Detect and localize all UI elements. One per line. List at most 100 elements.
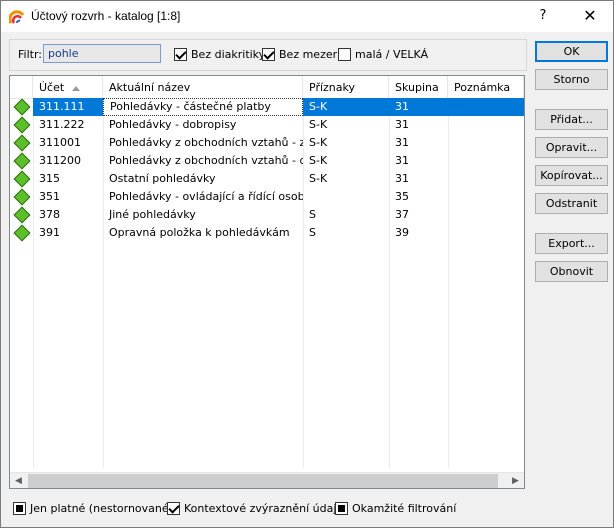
cell-nazev: Pohledávky z obchodních vztahů - dl... <box>109 154 303 167</box>
app-logo-icon <box>9 10 25 24</box>
table-row[interactable]: 351 Pohledávky - ovládající a řídící osob… <box>10 188 524 206</box>
table-row[interactable]: 311200 Pohledávky z obchodních vztahů - d… <box>10 152 524 170</box>
cell-nazev: Pohledávky - ovládající a řídící osoba <box>109 190 303 203</box>
cell-nazev: Opravná položka k pohledávkám <box>109 226 290 239</box>
cell-skupina: 31 <box>395 172 409 185</box>
green-diamond-icon <box>13 224 31 242</box>
opravit-button[interactable]: Opravit... <box>535 137 608 158</box>
checkbox-box[interactable] <box>167 501 180 515</box>
checkbox-bez-mezer[interactable]: Bez mezer <box>262 46 337 62</box>
checkbox-label: Okamžité filtrování <box>352 501 457 515</box>
export-button[interactable]: Export... <box>535 233 608 254</box>
title-bar: Účtový rozvrh - katalog [1:8] ? ✕ <box>1 1 613 32</box>
cell-ucet: 391 <box>39 226 60 239</box>
cell-skupina: 35 <box>395 190 409 203</box>
cell-ucet: 378 <box>39 208 60 221</box>
close-button[interactable]: ✕ <box>567 3 613 29</box>
green-diamond-icon <box>13 134 31 152</box>
checkbox-bez-diakritiky[interactable]: Bez diakritiky <box>174 46 265 62</box>
table-row[interactable]: 315 Ostatní pohledávky S-K 31 <box>10 170 524 188</box>
checkbox-label: Bez mezer <box>279 47 338 61</box>
green-diamond-icon <box>13 152 31 170</box>
cell-ucet: 351 <box>39 190 60 203</box>
dialog-window: Účtový rozvrh - katalog [1:8] ? ✕ Filtr:… <box>0 0 614 528</box>
cell-skupina: 37 <box>395 208 409 221</box>
cell-poznamka <box>448 188 524 206</box>
cell-priznaky: S-K <box>309 136 328 149</box>
checkbox-label: Kontextové zvýraznění údajů <box>184 501 344 515</box>
scroll-left-icon[interactable]: ◀ <box>10 473 27 488</box>
horizontal-scrollbar[interactable]: ◀ ▶ <box>10 472 524 488</box>
cell-priznaky: S <box>309 226 316 239</box>
cell-ucet: 311.111 <box>39 100 85 113</box>
checkbox-label: Bez diakritiky <box>191 47 266 61</box>
checkbox-label: Jen platné (nestornované) <box>30 501 173 515</box>
cell-poznamka <box>448 152 524 170</box>
green-diamond-icon <box>13 188 31 206</box>
cell-nazev: Pohledávky z obchodních vztahů - z... <box>109 136 303 149</box>
cell-skupina: 39 <box>395 226 409 239</box>
green-diamond-icon <box>13 116 31 134</box>
storno-button[interactable]: Storno <box>535 69 608 90</box>
green-diamond-icon <box>13 206 31 224</box>
table-row[interactable]: 378 Jiné pohledávky S 37 <box>10 206 524 224</box>
cell-ucet: 311.222 <box>39 118 85 131</box>
checkbox-label: malá / VELKÁ <box>355 47 429 61</box>
table-row[interactable]: 311001 Pohledávky z obchodních vztahů - z… <box>10 134 524 152</box>
cell-nazev: Ostatní pohledávky <box>109 172 216 185</box>
checkbox-box[interactable] <box>335 501 348 515</box>
column-header-priznaky[interactable]: Příznaky <box>303 76 389 98</box>
cell-ucet: 315 <box>39 172 60 185</box>
checkbox-box[interactable] <box>262 47 275 61</box>
cell-skupina: 31 <box>395 100 409 113</box>
column-header-nazev[interactable]: Aktuální název <box>103 76 303 98</box>
cell-poznamka <box>448 98 524 116</box>
cell-priznaky <box>303 188 389 206</box>
bottom-options: Jen platné (nestornované) Kontextové zvý… <box>9 499 609 517</box>
table-row[interactable]: 311.222 Pohledávky - dobropisy S-K 31 <box>10 116 524 134</box>
scrollbar-thumb[interactable] <box>28 474 498 488</box>
scroll-right-icon[interactable]: ▶ <box>507 473 524 488</box>
grid-header: Účet Aktuální název Příznaky Skupina Poz… <box>10 76 524 99</box>
cell-nazev: Pohledávky - částečné platby <box>103 98 303 116</box>
obnovit-button[interactable]: Obnovit <box>535 261 608 282</box>
cell-poznamka <box>448 170 524 188</box>
sort-ascending-icon <box>72 85 81 91</box>
column-header-ucet[interactable]: Účet <box>33 76 103 98</box>
checkbox-jen-platne[interactable]: Jen platné (nestornované) <box>13 499 173 517</box>
accounts-grid[interactable]: Účet Aktuální název Příznaky Skupina Poz… <box>9 75 525 489</box>
filter-bar: Filtr: pohle Bez diakritiky Bez mezer ma… <box>9 39 527 71</box>
window-title: Účtový rozvrh - katalog [1:8] <box>31 9 181 23</box>
cell-skupina: 31 <box>395 136 409 149</box>
help-button[interactable]: ? <box>531 5 555 27</box>
odstranit-button[interactable]: Odstranit <box>535 193 608 214</box>
kopirovat-button[interactable]: Kopírovat... <box>535 165 608 186</box>
column-header-skupina[interactable]: Skupina <box>389 76 448 98</box>
cell-priznaky: S-K <box>309 172 328 185</box>
cell-nazev: Pohledávky - dobropisy <box>109 118 237 131</box>
column-header-label: Účet <box>39 81 65 94</box>
filter-label: Filtr: <box>18 48 42 61</box>
table-row[interactable]: 391 Opravná položka k pohledávkám S 39 <box>10 224 524 242</box>
checkbox-mala-velka[interactable]: malá / VELKÁ <box>338 46 428 62</box>
cell-skupina: 31 <box>395 154 409 167</box>
checkbox-okamzite-filtrovani[interactable]: Okamžité filtrování <box>335 499 456 517</box>
column-header-poznamka[interactable]: Poznámka <box>448 76 524 98</box>
cell-poznamka <box>448 224 524 242</box>
cell-nazev: Jiné pohledávky <box>109 208 196 221</box>
checkbox-kontextove-zvyrazneni[interactable]: Kontextové zvýraznění údajů <box>167 499 343 517</box>
table-row[interactable]: 311.111 Pohledávky - částečné platby S-K 31 <box>10 98 524 116</box>
cell-priznaky: S-K <box>309 100 328 113</box>
cell-poznamka <box>448 134 524 152</box>
checkbox-box[interactable] <box>13 501 26 515</box>
pridat-button[interactable]: Přidat... <box>535 109 608 130</box>
filter-input[interactable]: pohle <box>43 44 161 63</box>
cell-ucet: 311001 <box>39 136 81 149</box>
checkbox-box[interactable] <box>174 47 187 61</box>
checkbox-box[interactable] <box>338 47 351 61</box>
green-diamond-icon <box>13 170 31 188</box>
green-diamond-icon <box>13 98 31 116</box>
ok-button[interactable]: OK <box>535 41 608 62</box>
cell-poznamka <box>448 116 524 134</box>
cell-poznamka <box>448 206 524 224</box>
